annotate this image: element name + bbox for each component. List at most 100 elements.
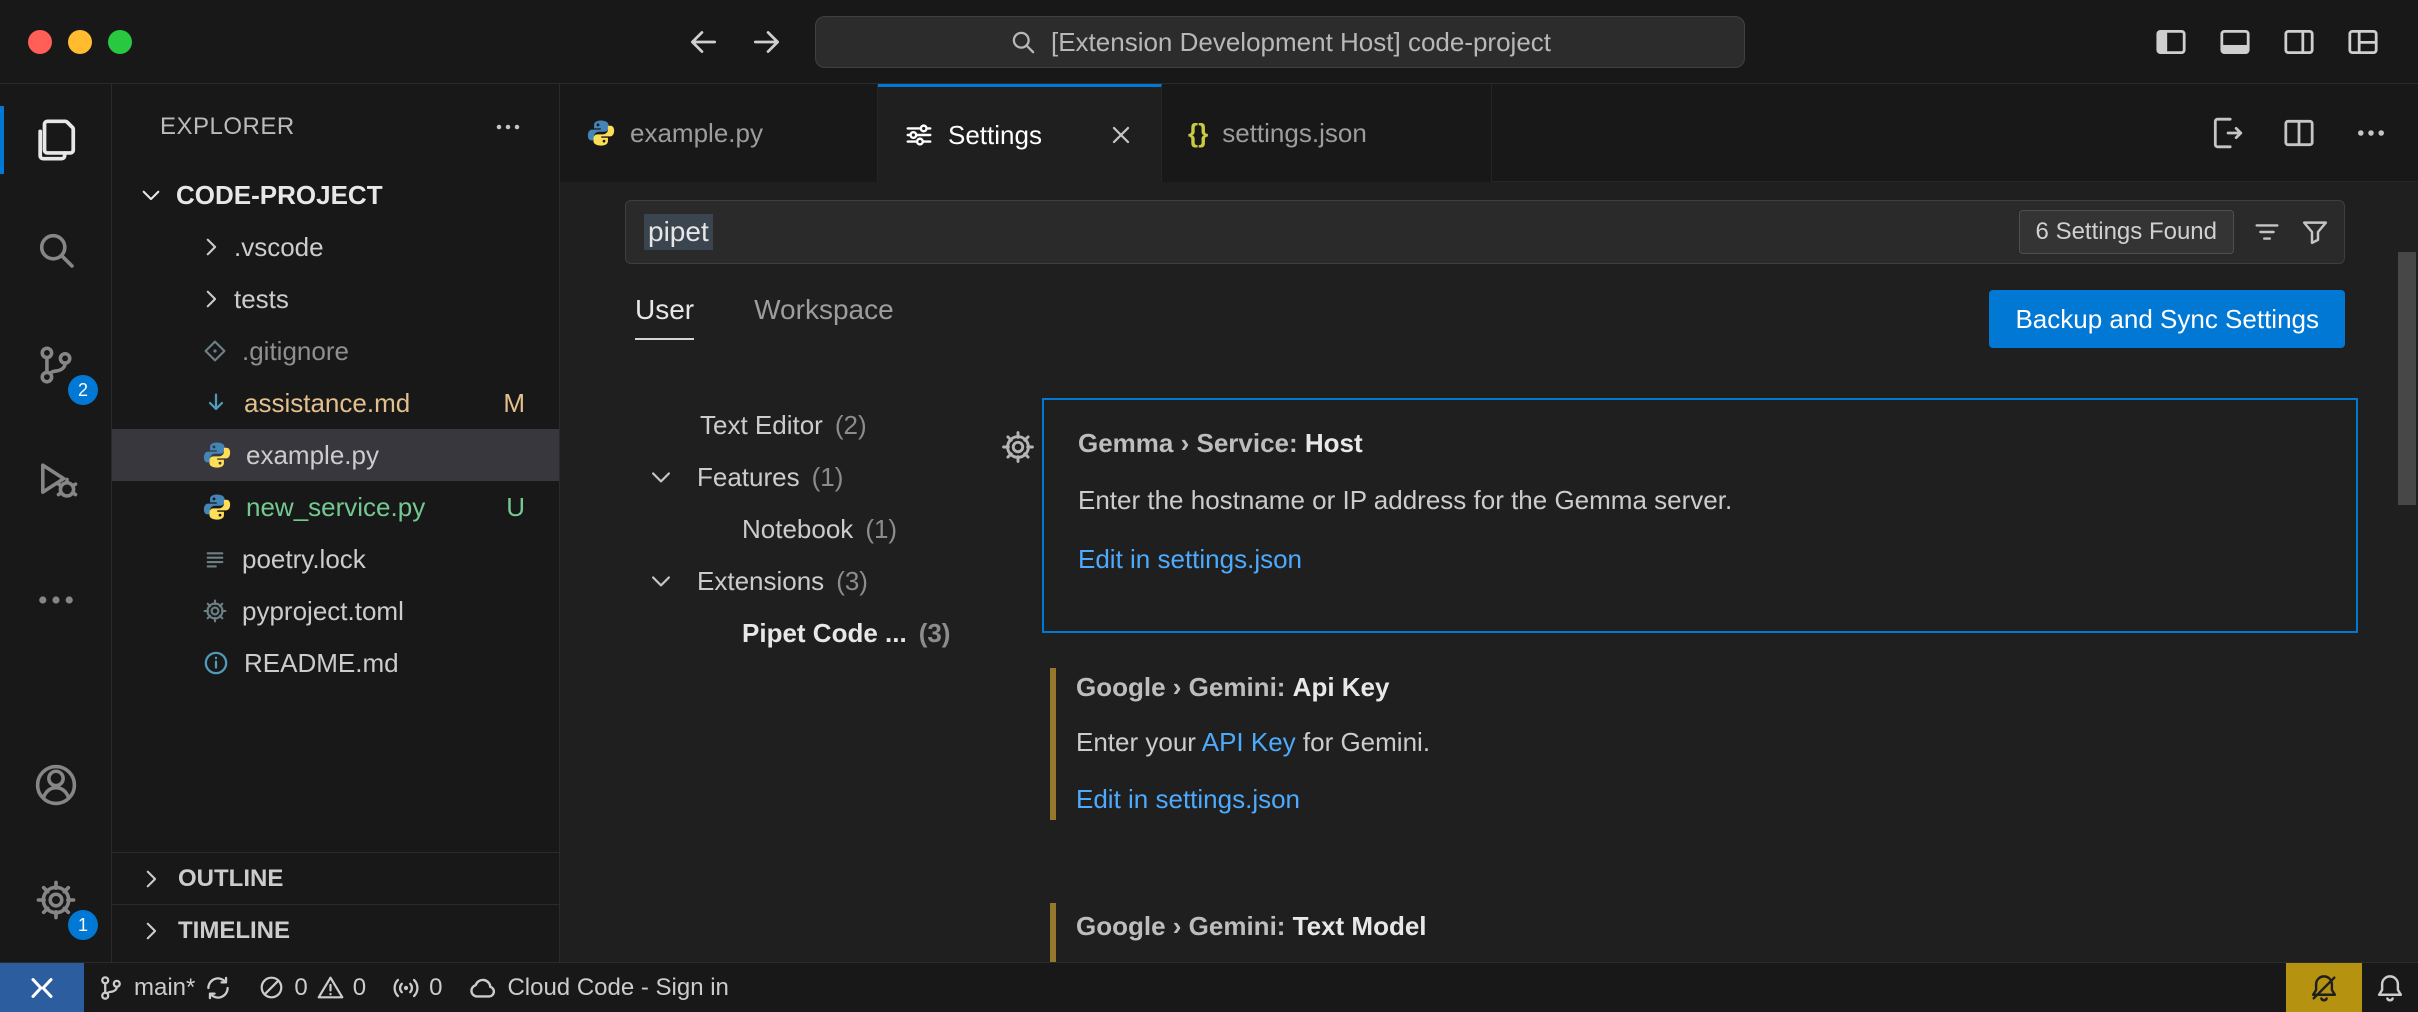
customize-layout-icon[interactable] bbox=[2346, 25, 2380, 59]
warning-icon bbox=[317, 974, 344, 1001]
tab-bar: example.py Settings {} settings.json bbox=[560, 84, 2418, 182]
toggle-secondary-sidebar-icon[interactable] bbox=[2282, 25, 2316, 59]
tab-settings-json[interactable]: {} settings.json bbox=[1162, 84, 1492, 182]
minimize-window-button[interactable] bbox=[68, 30, 92, 54]
zoom-window-button[interactable] bbox=[108, 30, 132, 54]
setting-actions-gear-icon[interactable] bbox=[1000, 429, 1036, 465]
modified-indicator bbox=[1050, 668, 1056, 820]
activity-more-icon[interactable] bbox=[0, 556, 112, 644]
activity-settings-icon[interactable]: 1 bbox=[0, 856, 112, 944]
editor-actions bbox=[2210, 84, 2388, 182]
activity-explorer-icon[interactable] bbox=[0, 96, 112, 184]
settings-search-value: pipet bbox=[644, 214, 713, 250]
backup-sync-settings-button[interactable]: Backup and Sync Settings bbox=[1989, 290, 2345, 348]
tree-item-pyproject-toml[interactable]: pyproject.toml bbox=[112, 585, 559, 637]
tab-label: settings.json bbox=[1222, 118, 1367, 149]
activity-source-control-icon[interactable]: 2 bbox=[0, 321, 112, 409]
tree-root-code-project[interactable]: CODE-PROJECT bbox=[112, 169, 559, 221]
ports-item[interactable]: 0 bbox=[379, 963, 455, 1012]
activity-run-debug-icon[interactable] bbox=[0, 436, 112, 524]
settings-found-badge: 6 Settings Found bbox=[2019, 210, 2234, 254]
toc-notebook[interactable]: Notebook(1) bbox=[625, 503, 1005, 555]
scope-tab-workspace[interactable]: Workspace bbox=[754, 294, 894, 340]
notifications-item[interactable] bbox=[2362, 963, 2418, 1012]
tab-label: Settings bbox=[948, 120, 1042, 151]
outline-section-header[interactable]: OUTLINE bbox=[112, 852, 559, 904]
git-branch-item[interactable]: main* bbox=[84, 963, 245, 1012]
tree-item-readme-md[interactable]: README.md bbox=[112, 637, 559, 689]
scm-badge: 2 bbox=[68, 375, 98, 405]
open-changes-icon[interactable] bbox=[2210, 116, 2244, 150]
error-icon bbox=[258, 974, 285, 1001]
close-tab-icon[interactable] bbox=[1107, 121, 1135, 149]
setting-google-gemini-text-model[interactable]: Google › Gemini: Text Model bbox=[1042, 895, 2358, 962]
edit-in-settings-json-link[interactable]: Edit in settings.json bbox=[1078, 544, 1302, 575]
bell-icon bbox=[2375, 973, 2405, 1003]
git-status-badge: U bbox=[506, 492, 525, 523]
setting-gemma-service-host[interactable]: Gemma › Service: Host Enter the hostname… bbox=[1042, 398, 2358, 633]
ports-count: 0 bbox=[429, 974, 442, 1002]
timeline-section-header[interactable]: TIMELINE bbox=[112, 904, 559, 956]
toc-extensions[interactable]: Extensions(3) bbox=[625, 555, 1005, 607]
tab-settings[interactable]: Settings bbox=[878, 84, 1162, 183]
python-file-icon bbox=[202, 492, 232, 522]
tree-item-assistance-md[interactable]: assistance.md M bbox=[112, 377, 559, 429]
do-not-disturb-item[interactable] bbox=[2286, 963, 2362, 1012]
back-icon[interactable] bbox=[686, 25, 720, 59]
explorer-sidebar: EXPLORER CODE-PROJECT .vscode tests .git… bbox=[112, 84, 560, 962]
explorer-header: EXPLORER bbox=[112, 84, 559, 169]
explorer-more-icon[interactable] bbox=[493, 112, 523, 142]
tree-item-tests[interactable]: tests bbox=[112, 273, 559, 325]
setting-title: Google › Gemini: Api Key bbox=[1076, 672, 2328, 703]
forward-icon[interactable] bbox=[750, 25, 784, 59]
toc-features[interactable]: Features(1) bbox=[625, 451, 1005, 503]
toc-text-editor[interactable]: Text Editor(2) bbox=[625, 399, 1005, 451]
tree-item-new-service-py[interactable]: new_service.py U bbox=[112, 481, 559, 533]
toggle-panel-icon[interactable] bbox=[2218, 25, 2252, 59]
search-icon bbox=[1009, 28, 1037, 56]
tree-item-gitignore[interactable]: .gitignore bbox=[112, 325, 559, 377]
settings-editor: pipet 6 Settings Found User Workspace Ba… bbox=[560, 182, 2418, 962]
tree-item-vscode[interactable]: .vscode bbox=[112, 221, 559, 273]
remote-indicator[interactable] bbox=[0, 963, 84, 1012]
scope-tab-user[interactable]: User bbox=[635, 294, 694, 340]
problems-item[interactable]: 0 0 bbox=[245, 963, 379, 1012]
layout-controls bbox=[2154, 25, 2380, 59]
command-center-label: [Extension Development Host] code-projec… bbox=[1051, 27, 1551, 58]
split-editor-icon[interactable] bbox=[2282, 116, 2316, 150]
vscode-window: [Extension Development Host] code-projec… bbox=[0, 0, 2418, 1012]
window-controls bbox=[28, 30, 132, 54]
scrollbar-thumb[interactable] bbox=[2398, 252, 2416, 505]
activity-accounts-icon[interactable] bbox=[0, 741, 112, 829]
activity-bar: 2 1 bbox=[0, 84, 112, 962]
toggle-primary-sidebar-icon[interactable] bbox=[2154, 25, 2188, 59]
editor-area: example.py Settings {} settings.json pip… bbox=[560, 84, 2418, 962]
setting-title: Gemma › Service: Host bbox=[1078, 428, 2326, 459]
cloud-code-item[interactable]: Cloud Code - Sign in bbox=[455, 963, 741, 1012]
command-center[interactable]: [Extension Development Host] code-projec… bbox=[815, 16, 1745, 68]
search-controls: 6 Settings Found bbox=[2019, 210, 2330, 254]
tree-item-example-py[interactable]: example.py bbox=[112, 429, 559, 481]
warning-count: 0 bbox=[353, 974, 366, 1002]
setting-description: Enter your API Key for Gemini. bbox=[1076, 727, 2328, 758]
toc-pipet-code[interactable]: Pipet Code ...(3) bbox=[625, 607, 1005, 659]
bell-slash-icon bbox=[2309, 973, 2339, 1003]
tree-item-poetry-lock[interactable]: poetry.lock bbox=[112, 533, 559, 585]
chevron-right-icon bbox=[138, 866, 164, 892]
close-window-button[interactable] bbox=[28, 30, 52, 54]
json-braces-icon: {} bbox=[1188, 118, 1208, 149]
branch-name: main* bbox=[134, 974, 195, 1002]
toml-gear-icon bbox=[202, 598, 228, 624]
tab-example-py[interactable]: example.py bbox=[560, 84, 878, 182]
settings-search-input[interactable]: pipet 6 Settings Found bbox=[625, 200, 2345, 264]
api-key-link[interactable]: API Key bbox=[1202, 727, 1296, 757]
activity-search-icon[interactable] bbox=[0, 206, 112, 294]
edit-in-settings-json-link[interactable]: Edit in settings.json bbox=[1076, 784, 1300, 815]
radio-tower-icon bbox=[392, 974, 420, 1002]
filter-lines-icon[interactable] bbox=[2252, 217, 2282, 247]
setting-google-gemini-api-key[interactable]: Google › Gemini: Api Key Enter your API … bbox=[1042, 660, 2358, 830]
python-file-icon bbox=[202, 440, 232, 470]
chevron-down-icon bbox=[138, 182, 164, 208]
more-actions-icon[interactable] bbox=[2354, 116, 2388, 150]
funnel-filter-icon[interactable] bbox=[2300, 217, 2330, 247]
